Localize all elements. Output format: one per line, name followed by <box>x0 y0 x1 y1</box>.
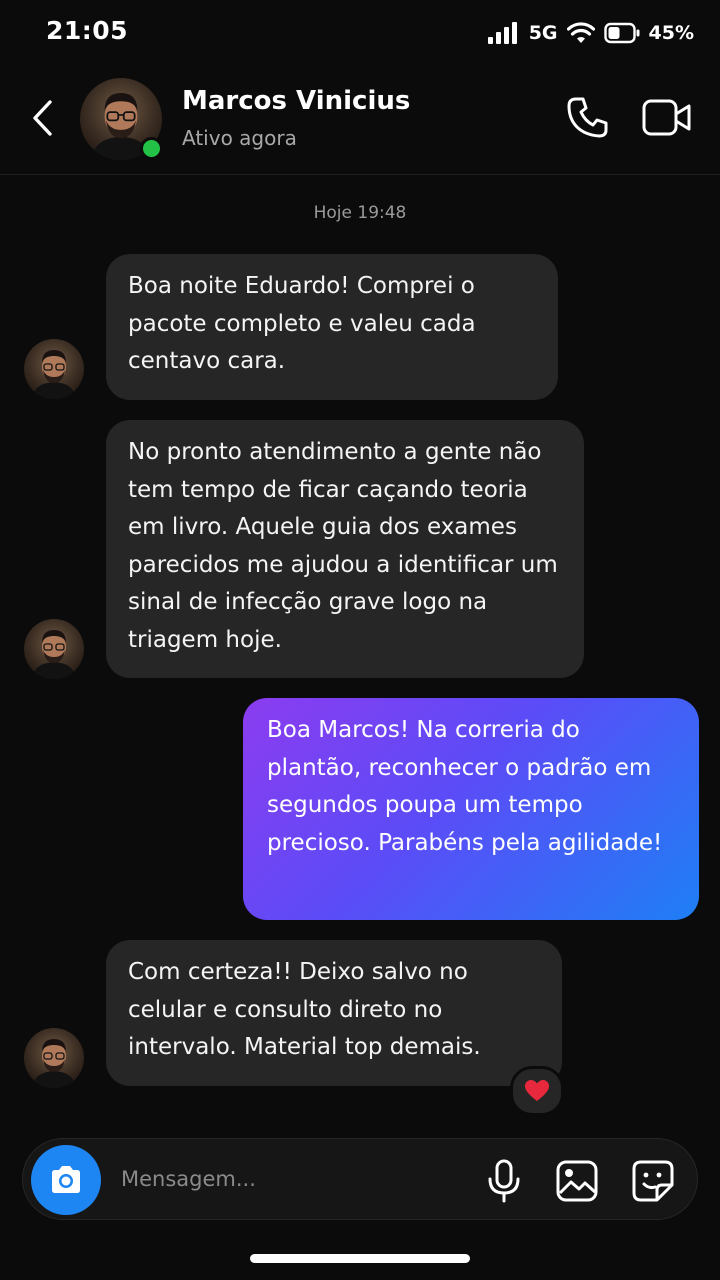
chat-header: Marcos Vinicius Ativo agora <box>0 66 720 175</box>
wifi-icon <box>566 22 595 44</box>
conversation-timestamp: Hoje 19:48 <box>313 203 407 223</box>
incoming-message-bubble[interactable]: Boa noite Eduardo! Comprei o pacote comp… <box>106 254 558 400</box>
video-call-button[interactable] <box>640 94 694 142</box>
contact-name[interactable]: Marcos Vinicius <box>182 86 410 116</box>
back-icon <box>33 100 52 136</box>
heart-icon <box>525 1080 549 1101</box>
home-indicator[interactable] <box>250 1254 470 1263</box>
online-indicator <box>140 137 163 160</box>
message-text: Com certeza!! Deixo salvo no celular e c… <box>128 959 481 1060</box>
microphone-icon <box>488 1159 520 1203</box>
incoming-message-bubble[interactable]: Com certeza!! Deixo salvo no celular e c… <box>106 940 562 1086</box>
message-text: No pronto atendimento a gente não tem te… <box>128 439 558 653</box>
message-text: Boa Marcos! Na correria do plantão, reco… <box>267 717 663 856</box>
status-time: 21:05 <box>46 16 129 45</box>
battery-percent: 45% <box>648 22 694 44</box>
phone-icon <box>567 97 608 138</box>
voice-call-button[interactable] <box>563 94 611 142</box>
message-reaction[interactable] <box>510 1066 564 1116</box>
contact-status: Ativo agora <box>182 126 297 150</box>
voice-message-button[interactable] <box>483 1159 525 1203</box>
message-avatar[interactable] <box>24 619 84 679</box>
signal-icon <box>487 22 520 44</box>
message-composer <box>22 1138 698 1220</box>
message-avatar[interactable] <box>24 339 84 399</box>
message-avatar[interactable] <box>24 1028 84 1088</box>
message-text: Boa noite Eduardo! Comprei o pacote comp… <box>128 273 476 374</box>
status-indicators: 5G 45% <box>487 18 694 48</box>
camera-button[interactable] <box>31 1145 101 1215</box>
battery-icon <box>603 22 640 44</box>
gallery-button[interactable] <box>555 1159 599 1203</box>
sticker-button[interactable] <box>631 1159 675 1203</box>
back-button[interactable] <box>26 96 66 140</box>
status-bar: 21:05 5G 45% <box>0 0 720 66</box>
camera-icon <box>52 1166 80 1193</box>
gallery-icon <box>556 1160 598 1202</box>
incoming-message-bubble[interactable]: No pronto atendimento a gente não tem te… <box>106 420 584 678</box>
message-input[interactable] <box>121 1159 461 1199</box>
video-camera-icon <box>642 99 691 136</box>
sticker-icon <box>632 1160 674 1202</box>
outgoing-message-bubble[interactable]: Boa Marcos! Na correria do plantão, reco… <box>243 698 699 920</box>
network-label: 5G <box>528 22 558 44</box>
